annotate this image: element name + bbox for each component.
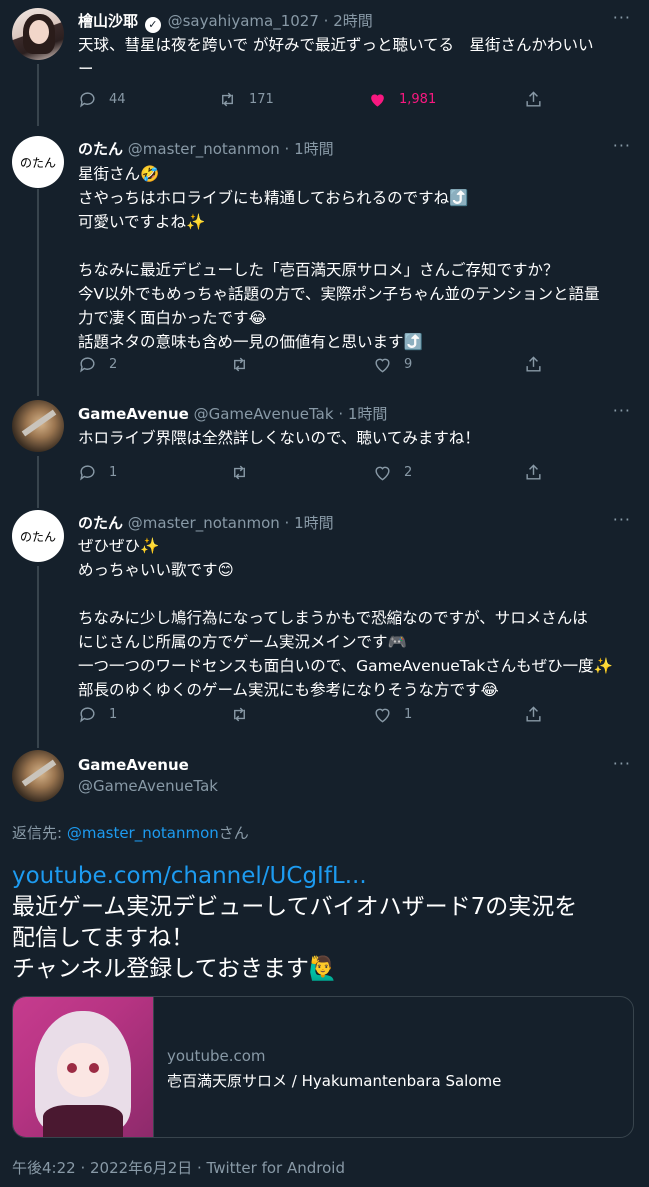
reply-count: 1 xyxy=(109,465,118,480)
share-button[interactable] xyxy=(524,90,555,109)
display-name[interactable]: 檜山沙耶 xyxy=(78,12,138,30)
tweet-actions: 2 9 xyxy=(78,355,558,375)
card-title: 壱百満天原サロメ / Hyakumantenbara Salome xyxy=(167,1072,502,1090)
tweet-text: 星街さん🤣 さやっちはホロライブにも精通しておられるのですね⤴️ 可愛いですよね… xyxy=(78,165,600,351)
heart-icon xyxy=(375,466,390,481)
retweet-icon xyxy=(234,707,245,722)
more-icon[interactable]: ··· xyxy=(613,401,631,420)
handle[interactable]: @sayahiyama_1027 xyxy=(168,12,319,30)
tweet-text: 最近ゲーム実況デビューしてバイオハザード7の実況を 配信してますね！ チャンネル… xyxy=(12,894,578,982)
tweet-header: GameAvenue @GameAvenueTak · 1時間 xyxy=(78,405,388,423)
handle[interactable]: @master_notanmon xyxy=(128,140,280,158)
timestamp[interactable]: 1時間 xyxy=(294,514,334,532)
share-icon xyxy=(526,706,541,722)
card-thumbnail xyxy=(13,997,153,1137)
tweet-header: GameAvenue @GameAvenueTak xyxy=(78,756,218,795)
like-button[interactable]: 1,981 xyxy=(368,90,436,109)
retweet-icon xyxy=(222,92,233,107)
reply-count: 2 xyxy=(109,357,118,372)
more-icon[interactable]: ··· xyxy=(613,136,631,155)
heart-icon xyxy=(375,358,390,373)
tweet[interactable]: 檜山沙耶 ✓ @sayahiyama_1027 · 2時間 ··· 天球、彗星は… xyxy=(0,0,649,126)
like-button[interactable]: 9 xyxy=(373,355,412,374)
like-count: 2 xyxy=(404,465,413,480)
timestamp[interactable]: 1時間 xyxy=(294,140,334,158)
display-name[interactable]: GameAvenue xyxy=(78,756,218,774)
share-icon xyxy=(526,464,541,480)
like-button[interactable]: 1 xyxy=(373,705,412,724)
retweet-count: 171 xyxy=(249,92,274,107)
reply-icon xyxy=(80,465,95,481)
retweet-button[interactable] xyxy=(230,705,261,724)
reply-to-handle[interactable]: @master_notanmon xyxy=(67,824,219,842)
avatar[interactable] xyxy=(12,750,64,802)
more-icon[interactable]: ··· xyxy=(613,754,631,773)
display-name[interactable]: のたん xyxy=(78,514,123,532)
reply-button[interactable]: 1 xyxy=(78,705,117,724)
share-icon xyxy=(526,356,541,372)
retweet-button[interactable] xyxy=(230,463,261,482)
tweet-actions: 44 171 1,981 xyxy=(78,90,558,110)
display-name[interactable]: のたん xyxy=(78,140,123,158)
tweet-header: のたん @master_notanmon · 1時間 xyxy=(78,514,334,532)
display-name[interactable]: GameAvenue xyxy=(78,405,189,423)
tweet-text: ぜひぜひ✨ めっちゃいい歌です😊 ちなみに少し鳩行為になってしまうかもで恐縮なの… xyxy=(78,537,613,699)
tweet[interactable]: のたん のたん @master_notanmon · 1時間 ··· 星街さん🤣… xyxy=(0,126,649,396)
card-domain: youtube.com xyxy=(167,1047,266,1065)
tweet-header: 檜山沙耶 ✓ @sayahiyama_1027 · 2時間 xyxy=(78,12,373,33)
avatar[interactable] xyxy=(12,400,64,452)
timestamp[interactable]: 2時間 xyxy=(333,12,373,30)
reply-button[interactable]: 1 xyxy=(78,463,117,482)
like-count: 9 xyxy=(404,357,413,372)
tweet-actions: 1 2 xyxy=(78,463,558,483)
tweet-actions: 1 1 xyxy=(78,705,558,725)
avatar[interactable]: のたん xyxy=(12,136,64,188)
reply-button[interactable]: 44 xyxy=(78,90,126,109)
more-icon[interactable]: ··· xyxy=(613,510,631,529)
share-button[interactable] xyxy=(524,355,555,374)
share-button[interactable] xyxy=(524,463,555,482)
tweet[interactable]: のたん のたん @master_notanmon · 1時間 ··· ぜひぜひ✨… xyxy=(0,506,649,748)
handle[interactable]: @master_notanmon xyxy=(128,514,280,532)
tweet[interactable]: GameAvenue @GameAvenueTak · 1時間 ··· ホロライ… xyxy=(0,396,649,506)
reply-button[interactable]: 2 xyxy=(78,355,117,374)
timestamp[interactable]: 1時間 xyxy=(348,405,388,423)
share-button[interactable] xyxy=(524,705,555,724)
share-icon xyxy=(526,91,541,107)
verified-icon: ✓ xyxy=(144,17,161,33)
reply-count: 1 xyxy=(109,707,118,722)
retweet-icon xyxy=(234,357,245,372)
reply-to: 返信先: @master_notanmonさん xyxy=(12,824,249,842)
reply-count: 44 xyxy=(109,92,126,107)
like-count: 1,981 xyxy=(399,92,437,107)
handle[interactable]: @GameAvenueTak xyxy=(194,405,334,423)
retweet-button[interactable]: 171 xyxy=(218,90,274,109)
more-icon[interactable]: ··· xyxy=(613,8,631,27)
reply-icon xyxy=(80,92,95,108)
tweet-text: 天球、彗星は夜を跨いで が好みで最近ずっと聴いてる 星街さんかわいい ー xyxy=(78,36,594,78)
tweet-header: のたん @master_notanmon · 1時間 xyxy=(78,140,334,158)
reply-icon xyxy=(80,707,95,723)
tweet-metadata: 午後4:22 · 2022年6月2日 · Twitter for Android xyxy=(12,1159,345,1177)
reply-icon xyxy=(80,357,95,373)
like-button[interactable]: 2 xyxy=(373,463,412,482)
handle[interactable]: @GameAvenueTak xyxy=(78,777,218,795)
retweet-icon xyxy=(234,465,245,480)
avatar[interactable] xyxy=(12,8,64,60)
tweet-link[interactable]: youtube.com/channel/UCgIfL... xyxy=(12,861,642,892)
avatar[interactable]: のたん xyxy=(12,510,64,562)
link-card[interactable]: youtube.com 壱百満天原サロメ / Hyakumantenbara S… xyxy=(12,996,634,1138)
retweet-button[interactable] xyxy=(230,355,261,374)
heart-icon xyxy=(371,94,384,107)
tweet-text: ホロライブ界隈は全然詳しくないので、聴いてみますね！ xyxy=(78,429,480,447)
like-count: 1 xyxy=(404,707,413,722)
heart-icon xyxy=(375,708,390,723)
